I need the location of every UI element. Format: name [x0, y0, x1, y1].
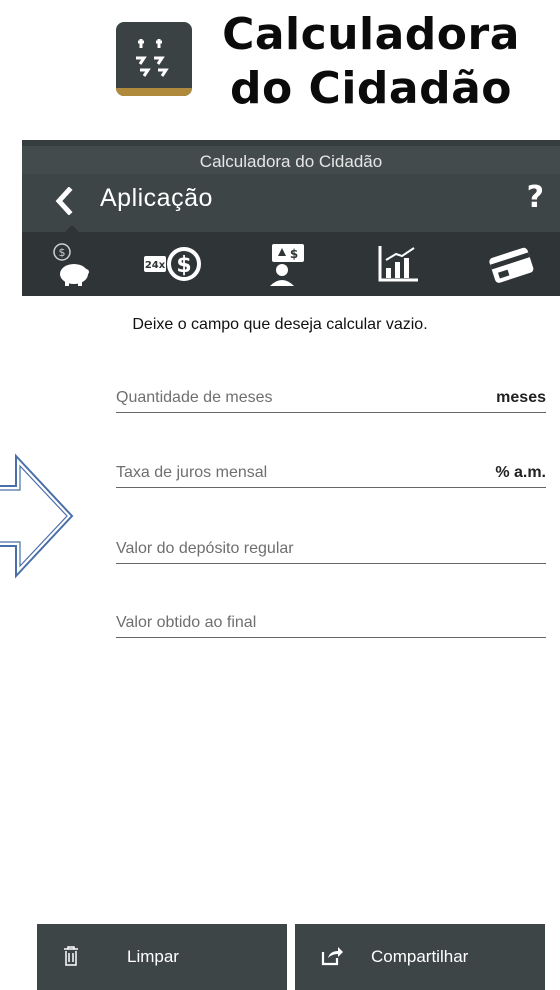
interest-rate-unit: % a.m.	[495, 464, 546, 481]
share-button[interactable]: Compartilhar	[295, 924, 545, 990]
credit-card-icon	[489, 247, 534, 283]
promo-title-line1: Calculadora	[222, 9, 520, 60]
tab-installments[interactable]: 24x $	[134, 232, 214, 296]
app-logo	[116, 22, 192, 96]
regular-deposit-placeholder: Valor do depósito regular	[116, 540, 294, 557]
arrows-logo-icon	[136, 39, 169, 77]
months-unit: meses	[496, 389, 546, 406]
share-button-label: Compartilhar	[371, 947, 469, 966]
tab-application[interactable]: $	[32, 225, 112, 296]
share-icon	[321, 947, 343, 966]
tab-credit-card[interactable]	[472, 232, 552, 296]
svg-text:$: $	[59, 246, 66, 259]
tab-person-exchange[interactable]: $	[248, 232, 328, 296]
annotation-arrow-icon	[0, 453, 74, 579]
months-placeholder: Quantidade de meses	[116, 389, 273, 406]
window-title: Calculadora do Cidadão	[199, 152, 383, 171]
promo-header: Calculadora do Cidadão	[0, 0, 560, 140]
tab-chart[interactable]	[358, 232, 438, 296]
interest-rate-field[interactable]: Taxa de juros mensal % a.m.	[116, 452, 546, 488]
interest-rate-placeholder: Taxa de juros mensal	[116, 464, 268, 481]
bar-chart-icon	[378, 246, 418, 282]
tab-bar: $ 24x $ $	[22, 225, 560, 296]
window-title-bar: Calculadora do Cidadão	[22, 140, 560, 174]
promo-title: Calculadora do Cidadão	[206, 8, 536, 116]
app-header: Calculadora do Cidadão Aplicação ? $ 24x…	[22, 140, 560, 296]
svg-text:$: $	[176, 253, 191, 278]
screen-title: Aplicação	[100, 184, 213, 212]
promo-title-line2: do Cidadão	[229, 63, 513, 114]
trash-icon	[64, 946, 78, 966]
clear-button-label: Limpar	[127, 947, 179, 966]
piggy-bank-icon: $	[53, 243, 89, 286]
final-value-field[interactable]: Valor obtido ao final	[116, 602, 546, 638]
chevron-left-icon[interactable]	[54, 187, 74, 215]
regular-deposit-field[interactable]: Valor do depósito regular	[116, 528, 546, 564]
final-value-placeholder: Valor obtido ao final	[116, 614, 257, 631]
svg-text:24x: 24x	[145, 260, 166, 271]
instruction-text: Deixe o campo que deseja calcular vazio.	[132, 316, 428, 333]
clear-button[interactable]: Limpar	[37, 924, 287, 990]
months-field[interactable]: Quantidade de meses meses	[116, 377, 546, 413]
installments-24x-icon: 24x $	[144, 247, 201, 281]
svg-text:$: $	[290, 247, 298, 261]
help-icon[interactable]: ?	[527, 180, 544, 215]
person-exchange-icon: $	[270, 244, 304, 286]
